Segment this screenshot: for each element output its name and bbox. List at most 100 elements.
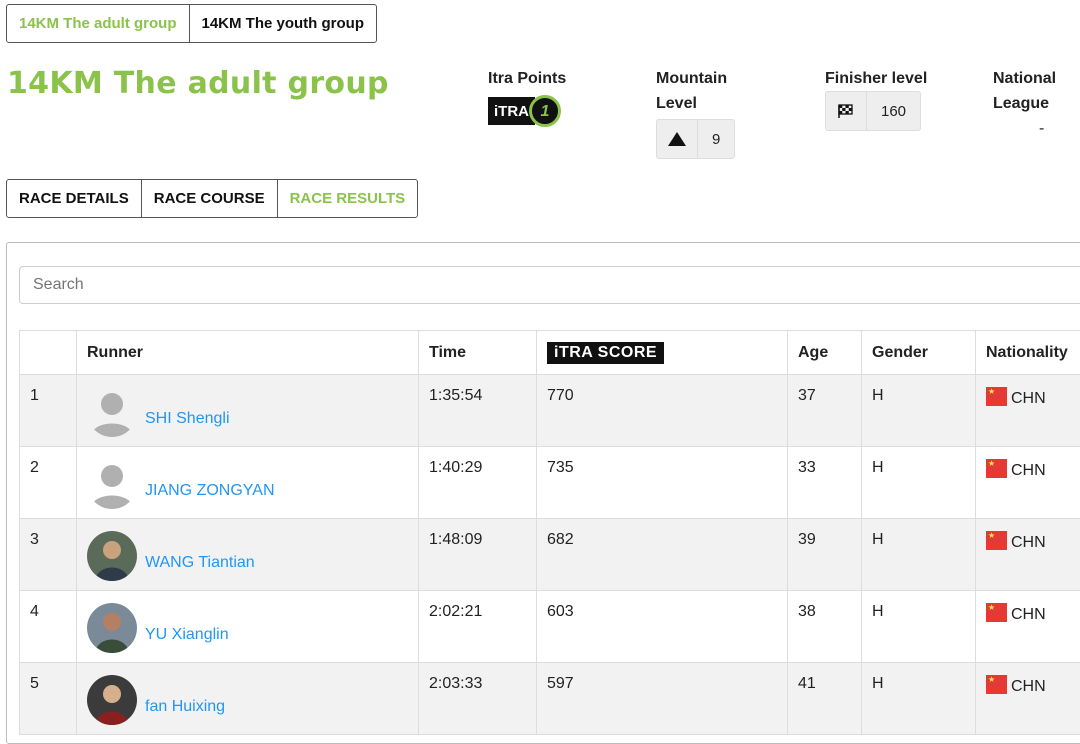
age-cell: 38 — [788, 591, 862, 663]
checkered-flag-icon — [826, 92, 867, 130]
page-title: 14KM The adult group — [7, 66, 389, 101]
age-cell: 39 — [788, 519, 862, 591]
table-header-row: Runner Time iTRA SCORE Age Gender Nation… — [20, 331, 1080, 375]
nationality-code: CHN — [1011, 606, 1046, 623]
search-input[interactable] — [19, 266, 1080, 304]
nationality-cell: ★CHN — [976, 591, 1080, 663]
finisher-level-label: Finisher level — [825, 66, 927, 91]
avatar[interactable] — [87, 459, 137, 509]
tab-youth-group[interactable]: 14KM The youth group — [190, 5, 377, 42]
gender-cell: H — [862, 519, 976, 591]
runner-cell: fan Huixing — [77, 663, 419, 735]
header-gender[interactable]: Gender — [862, 331, 976, 375]
header-time[interactable]: Time — [419, 331, 537, 375]
gender-cell: H — [862, 663, 976, 735]
itra-score-logo: iTRA SCORE — [547, 342, 664, 364]
mountain-level-stat: Mountain Level 9 — [656, 66, 735, 159]
itra-points-value: 1 — [529, 95, 561, 127]
itra-logo: iTRA — [488, 97, 535, 125]
nationality-cell: ★CHN — [976, 375, 1080, 447]
time-cell: 1:40:29 — [419, 447, 537, 519]
china-flag-icon: ★ — [986, 459, 1007, 478]
header-rank — [20, 331, 77, 375]
national-league-value: - — [993, 116, 1080, 141]
tab-race-course[interactable]: RACE COURSE — [142, 180, 278, 217]
time-cell: 2:02:21 — [419, 591, 537, 663]
national-league-stat: National League - — [993, 66, 1080, 141]
age-cell: 33 — [788, 447, 862, 519]
avatar[interactable] — [87, 603, 137, 653]
itra-points-badge: iTRA 1 — [488, 95, 561, 127]
rank-cell: 1 — [20, 375, 77, 447]
mountain-icon — [657, 120, 698, 158]
rank-cell: 2 — [20, 447, 77, 519]
avatar[interactable] — [87, 531, 137, 581]
group-toggle: 14KM The adult group 14KM The youth grou… — [6, 4, 377, 43]
score-cell: 597 — [537, 663, 788, 735]
score-cell: 603 — [537, 591, 788, 663]
itra-points-stat: Itra Points iTRA 1 — [488, 66, 566, 127]
time-cell: 1:48:09 — [419, 519, 537, 591]
tab-race-details[interactable]: RACE DETAILS — [7, 180, 142, 217]
mountain-level-label-2: Level — [656, 91, 735, 116]
time-cell: 1:35:54 — [419, 375, 537, 447]
avatar[interactable] — [87, 675, 137, 725]
runner-link[interactable]: WANG Tiantian — [145, 554, 255, 572]
gender-cell: H — [862, 375, 976, 447]
header-age[interactable]: Age — [788, 331, 862, 375]
rank-cell: 5 — [20, 663, 77, 735]
age-cell: 41 — [788, 663, 862, 735]
score-cell: 682 — [537, 519, 788, 591]
runner-cell: SHI Shengli — [77, 375, 419, 447]
mountain-level-value: 9 — [698, 127, 734, 152]
section-tabs: RACE DETAILS RACE COURSE RACE RESULTS — [6, 179, 418, 218]
runner-cell: YU Xianglin — [77, 591, 419, 663]
finisher-level-chip: 160 — [825, 91, 921, 131]
china-flag-icon: ★ — [986, 531, 1007, 550]
header-runner[interactable]: Runner — [77, 331, 419, 375]
runner-link[interactable]: fan Huixing — [145, 698, 225, 716]
time-cell: 2:03:33 — [419, 663, 537, 735]
rank-cell: 4 — [20, 591, 77, 663]
finisher-level-value: 160 — [867, 99, 920, 124]
national-league-label-2: League — [993, 91, 1080, 116]
table-row[interactable]: 1SHI Shengli1:35:5477037H★CHN — [20, 375, 1080, 447]
runner-link[interactable]: JIANG ZONGYAN — [145, 482, 275, 500]
rank-cell: 3 — [20, 519, 77, 591]
china-flag-icon: ★ — [986, 603, 1007, 622]
mountain-level-label-1: Mountain — [656, 66, 735, 91]
national-league-label-1: National — [993, 66, 1080, 91]
results-table: Runner Time iTRA SCORE Age Gender Nation… — [19, 330, 1080, 735]
nationality-cell: ★CHN — [976, 447, 1080, 519]
nationality-cell: ★CHN — [976, 519, 1080, 591]
nationality-code: CHN — [1011, 678, 1046, 695]
score-cell: 770 — [537, 375, 788, 447]
gender-cell: H — [862, 591, 976, 663]
table-row[interactable]: 4YU Xianglin2:02:2160338H★CHN — [20, 591, 1080, 663]
nationality-code: CHN — [1011, 534, 1046, 551]
mountain-level-chip: 9 — [656, 119, 735, 159]
avatar[interactable] — [87, 387, 137, 437]
gender-cell: H — [862, 447, 976, 519]
runner-cell: JIANG ZONGYAN — [77, 447, 419, 519]
runner-link[interactable]: SHI Shengli — [145, 410, 230, 428]
itra-points-label: Itra Points — [488, 66, 566, 91]
nationality-code: CHN — [1011, 462, 1046, 479]
runner-link[interactable]: YU Xianglin — [145, 626, 229, 644]
tab-race-results[interactable]: RACE RESULTS — [278, 180, 418, 217]
china-flag-icon: ★ — [986, 387, 1007, 406]
tab-adult-group[interactable]: 14KM The adult group — [7, 5, 190, 42]
nationality-cell: ★CHN — [976, 663, 1080, 735]
runner-cell: WANG Tiantian — [77, 519, 419, 591]
finisher-level-stat: Finisher level 160 — [825, 66, 927, 131]
china-flag-icon: ★ — [986, 675, 1007, 694]
table-row[interactable]: 3WANG Tiantian1:48:0968239H★CHN — [20, 519, 1080, 591]
header-score[interactable]: iTRA SCORE — [537, 331, 788, 375]
score-cell: 735 — [537, 447, 788, 519]
table-row[interactable]: 2JIANG ZONGYAN1:40:2973533H★CHN — [20, 447, 1080, 519]
header-nationality[interactable]: Nationality — [976, 331, 1080, 375]
table-row[interactable]: 5fan Huixing2:03:3359741H★CHN — [20, 663, 1080, 735]
results-panel: Runner Time iTRA SCORE Age Gender Nation… — [6, 242, 1080, 744]
nationality-code: CHN — [1011, 390, 1046, 407]
age-cell: 37 — [788, 375, 862, 447]
